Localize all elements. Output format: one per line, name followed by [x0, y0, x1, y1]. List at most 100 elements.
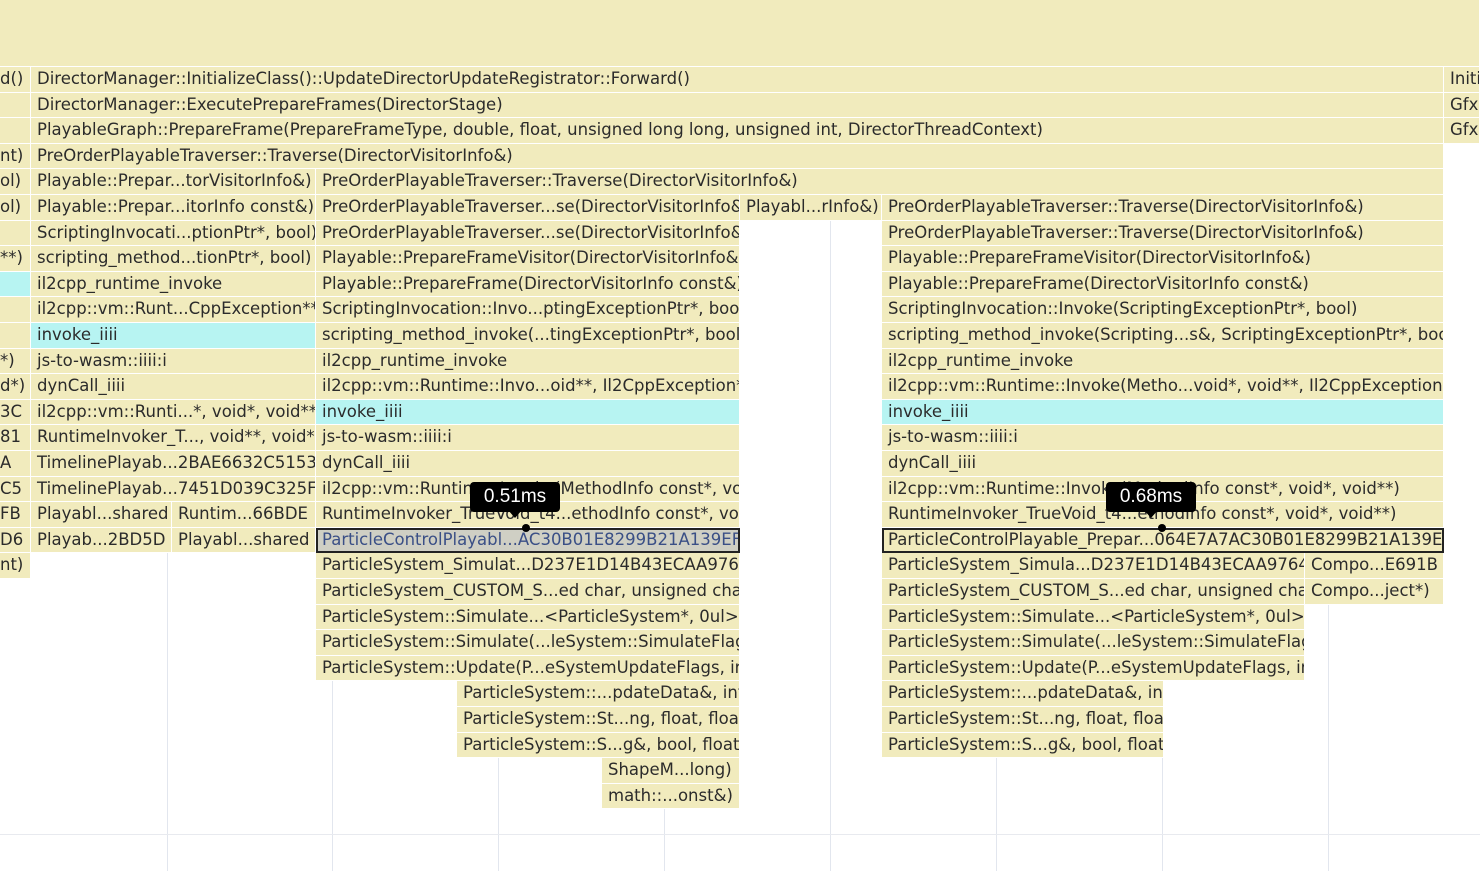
stack-frame-timelineplayab-7451d039c325f[interactable]: TimelinePlayab...7451D039C325F	[31, 477, 316, 502]
stack-frame-scriptinginvocation-invoke-scriptingexce[interactable]: ScriptingInvocation::Invoke(ScriptingExc…	[882, 297, 1444, 323]
stack-frame-frame[interactable]	[0, 221, 31, 246]
stack-frame-frame[interactable]	[0, 297, 31, 323]
stack-frame-scripting-method-tionptr-bool[interactable]: scripting_method...tionPtr*, bool)	[31, 246, 316, 272]
stack-frame-runtimeinvoker-t-void-void[interactable]: RuntimeInvoker_T..., void**, void*)	[31, 425, 316, 451]
stack-frame-particlesystem-pdatedata-int[interactable]: ParticleSystem::...pdateData&, int)	[882, 681, 1164, 707]
stack-frame-d[interactable]: d*)	[0, 374, 31, 400]
timeline-bottom-line	[0, 834, 1480, 835]
stack-frame-js-to-wasm-iiii-i[interactable]: js-to-wasm::iiii:i	[882, 425, 1444, 451]
stack-frame-playablegraph-prepareframe-prepareframet[interactable]: PlayableGraph::PrepareFrame(PrepareFrame…	[31, 118, 1444, 144]
stack-frame-dyncall-iiii[interactable]: dynCall_iiii	[31, 374, 316, 400]
stack-frame-playabl-shared[interactable]: Playabl...shared	[31, 502, 172, 528]
stack-frame-js-to-wasm-iiii-i[interactable]: js-to-wasm::iiii:i	[316, 425, 740, 451]
stack-frame-a[interactable]: A	[0, 451, 31, 477]
stack-frame-timelineplayab-2bae6632c5153[interactable]: TimelinePlayab...2BAE6632C5153	[31, 451, 316, 477]
stack-frame-preorderplayabletraverser-traverse-direc[interactable]: PreOrderPlayableTraverser::Traverse(Dire…	[316, 169, 1444, 195]
stack-frame-particlesystem-simulat-d237e1d14b43ecaa9[interactable]: ParticleSystem_Simulat...D237E1D14B43ECA…	[316, 553, 740, 579]
stack-frame-il2cpp-runtime-invoke[interactable]: il2cpp_runtime_invoke	[31, 272, 316, 297]
stack-frame-scriptinginvocation-invo-ptingexceptionp[interactable]: ScriptingInvocation::Invo...ptingExcepti…	[316, 297, 740, 323]
stack-frame-particlesystem-simula-d237e1d14b43ecaa97[interactable]: ParticleSystem_Simula...D237E1D14B43ECAA…	[882, 553, 1305, 579]
stack-frame-nt[interactable]: nt)	[0, 553, 31, 579]
stack-frame-particlesystem-custom-s-ed-char-unsigned[interactable]: ParticleSystem_CUSTOM_S...ed char, unsig…	[316, 579, 740, 605]
stack-frame-playable-prepareframevisitor-directorvis[interactable]: Playable::PrepareFrameVisitor(DirectorVi…	[882, 246, 1444, 272]
stack-frame-initi[interactable]: Initi	[1444, 67, 1480, 93]
stack-frame-particlecontrolplayabl-ac30b01e8299b21a1[interactable]: ParticleControlPlayabl...AC30B01E8299B21…	[316, 528, 740, 553]
stack-frame-ol[interactable]: ol)	[0, 169, 31, 195]
stack-frame-compo-ject[interactable]: Compo...ject*)	[1305, 579, 1444, 605]
duration-tooltip-label: 0.51ms	[470, 482, 560, 512]
tooltip-anchor-dot	[522, 524, 530, 532]
stack-frame-preorderplayabletraverser-traverse-direc[interactable]: PreOrderPlayableTraverser::Traverse(Dire…	[882, 221, 1444, 246]
stack-frame-playabl-shared[interactable]: Playabl...shared	[172, 528, 316, 553]
duration-tooltip: 0.51ms	[470, 482, 560, 532]
tooltip-pointer	[1144, 510, 1158, 518]
stack-frame-preorderplayabletraverser-traverse-direc[interactable]: PreOrderPlayableTraverser::Traverse(Dire…	[31, 144, 1444, 169]
stack-frame-frame[interactable]	[0, 323, 31, 349]
stack-frame-particlesystem-simulate-lesystem-simulat[interactable]: ParticleSystem::Simulate(...leSystem::Si…	[316, 630, 740, 656]
stack-frame-scripting-method-invoke-scripting-s-scri[interactable]: scripting_method_invoke(Scripting...s&, …	[882, 323, 1444, 349]
stack-frame-frame[interactable]	[0, 272, 31, 297]
stack-frame-particlesystem-update-p-esystemupdatefla[interactable]: ParticleSystem::Update(P...eSystemUpdate…	[882, 656, 1305, 681]
stack-frame-il2cpp-runtime-invoke[interactable]: il2cpp_runtime_invoke	[316, 349, 740, 374]
stack-frame-particlesystem-pdatedata-int[interactable]: ParticleSystem::...pdateData&, int)	[457, 681, 740, 707]
stack-frame-d[interactable]: d()	[0, 67, 31, 93]
stack-frame-invoke-iiii[interactable]: invoke_iiii	[316, 400, 740, 425]
stack-frame-preorderplayabletraverser-traverse-direc[interactable]: PreOrderPlayableTraverser::Traverse(Dire…	[882, 195, 1444, 221]
stack-frame-scripting-method-invoke-tingexceptionptr[interactable]: scripting_method_invoke(...tingException…	[316, 323, 740, 349]
stack-frame-runtim-66bde[interactable]: Runtim...66BDE	[172, 502, 316, 528]
stack-frame-particlesystem-st-ng-float-float[interactable]: ParticleSystem::St...ng, float, float)	[457, 707, 740, 733]
duration-tooltip-label: 0.68ms	[1106, 482, 1196, 512]
stack-frame-playable-prepareframe-directorvisitorinf[interactable]: Playable::PrepareFrame(DirectorVisitorIn…	[316, 272, 740, 297]
flame-graph[interactable]: d() DirectorManager::InitializeClass()::U…	[0, 0, 1480, 871]
stack-frame-playabl-rinfo[interactable]: Playabl...rInfo&)	[740, 195, 882, 221]
stack-frame-dyncall-iiii[interactable]: dynCall_iiii	[316, 451, 740, 477]
stack-frame-invoke-iiii[interactable]: invoke_iiii	[882, 400, 1444, 425]
root-stack-frame[interactable]	[0, 15, 1480, 41]
stack-frame-fb[interactable]: FB	[0, 502, 31, 528]
stack-frame-particlesystem-st-ng-float-float[interactable]: ParticleSystem::St...ng, float, float)	[882, 707, 1164, 733]
root-stack-frame[interactable]	[0, 40, 1480, 67]
stack-frame-particlesystem-simulate-lesystem-simulat[interactable]: ParticleSystem::Simulate(...leSystem::Si…	[882, 630, 1305, 656]
stack-frame-math-onst[interactable]: math::...onst&)	[602, 784, 740, 809]
stack-frame-gfx[interactable]: Gfx	[1444, 93, 1480, 118]
stack-frame-frame[interactable]: *)	[0, 349, 31, 374]
stack-frame-shapem-long[interactable]: ShapeM...long)	[602, 758, 740, 784]
duration-tooltip: 0.68ms	[1106, 482, 1196, 532]
stack-frame-particlesystem-update-p-esystemupdatefla[interactable]: ParticleSystem::Update(P...eSystemUpdate…	[316, 656, 740, 681]
stack-frame-frame[interactable]	[0, 118, 31, 144]
stack-frame-playable-prepareframe-directorvisitorinf[interactable]: Playable::PrepareFrame(DirectorVisitorIn…	[882, 272, 1444, 297]
stack-frame-js-to-wasm-iiii-i[interactable]: js-to-wasm::iiii:i	[31, 349, 316, 374]
stack-frame-d6[interactable]: D6	[0, 528, 31, 553]
tooltip-anchor-dot	[1158, 524, 1166, 532]
stack-frame-compo-e691b[interactable]: Compo...E691B	[1305, 553, 1444, 579]
stack-frame-3c[interactable]: 3C	[0, 400, 31, 425]
stack-frame-particlesystem-simulate-particlesystem-0[interactable]: ParticleSystem::Simulate...<ParticleSyst…	[882, 605, 1305, 630]
stack-frame-frame[interactable]	[0, 93, 31, 118]
stack-frame-particlesystem-custom-s-ed-char-unsigned[interactable]: ParticleSystem_CUSTOM_S...ed char, unsig…	[882, 579, 1305, 605]
stack-frame-directormanager-initializeclass-updatedi[interactable]: DirectorManager::InitializeClass()::Upda…	[31, 67, 1444, 93]
stack-frame-playab-2bd5d[interactable]: Playab...2BD5D	[31, 528, 172, 553]
stack-frame-ol[interactable]: ol)	[0, 195, 31, 221]
stack-frame-directormanager-executeprepareframes-dir[interactable]: DirectorManager::ExecutePrepareFrames(Di…	[31, 93, 1444, 118]
stack-frame-invoke-iiii[interactable]: invoke_iiii	[31, 323, 316, 349]
stack-frame-playable-prepar-torvisitorinfo[interactable]: Playable::Prepar...torVisitorInfo&)	[31, 169, 316, 195]
stack-frame-il2cpp-vm-runtime-invoke-metho-void-void[interactable]: il2cpp::vm::Runtime::Invoke(Metho...void…	[882, 374, 1444, 400]
stack-frame-il2cpp-vm-runtime-invo-oid-il2cppexcepti[interactable]: il2cpp::vm::Runtime::Invo...oid**, Il2Cp…	[316, 374, 740, 400]
stack-frame-particlesystem-s-g-bool-float[interactable]: ParticleSystem::S...g&, bool, float)	[457, 733, 740, 758]
stack-frame-particlesystem-s-g-bool-float[interactable]: ParticleSystem::S...g&, bool, float)	[882, 733, 1164, 758]
stack-frame-playable-prepar-itorinfo-const[interactable]: Playable::Prepar...itorInfo const&)	[31, 195, 316, 221]
stack-frame-il2cpp-vm-runti-void-void[interactable]: il2cpp::vm::Runti...*, void*, void**)	[31, 400, 316, 425]
stack-frame-gfx[interactable]: Gfx	[1444, 118, 1480, 144]
stack-frame-81[interactable]: 81	[0, 425, 31, 451]
stack-frame-playable-prepareframevisitor-directorvis[interactable]: Playable::PrepareFrameVisitor(DirectorVi…	[316, 246, 740, 272]
stack-frame-il2cpp-runtime-invoke[interactable]: il2cpp_runtime_invoke	[882, 349, 1444, 374]
stack-frame-dyncall-iiii[interactable]: dynCall_iiii	[882, 451, 1444, 477]
stack-frame-particlesystem-simulate-particlesystem-0[interactable]: ParticleSystem::Simulate...<ParticleSyst…	[316, 605, 740, 630]
stack-frame-scriptinginvocati-ptionptr-bool[interactable]: ScriptingInvocati...ptionPtr*, bool)	[31, 221, 316, 246]
stack-frame-c5[interactable]: C5	[0, 477, 31, 502]
stack-frame-preorderplayabletraverser-se-directorvis[interactable]: PreOrderPlayableTraverser...se(DirectorV…	[316, 221, 740, 246]
stack-frame-nt[interactable]: nt)	[0, 144, 31, 169]
stack-frame-il2cpp-vm-runt-cppexception[interactable]: il2cpp::vm::Runt...CppException**)	[31, 297, 316, 323]
stack-frame-preorderplayabletraverser-se-directorvis[interactable]: PreOrderPlayableTraverser...se(DirectorV…	[316, 195, 740, 221]
stack-frame-frame[interactable]: **)	[0, 246, 31, 272]
